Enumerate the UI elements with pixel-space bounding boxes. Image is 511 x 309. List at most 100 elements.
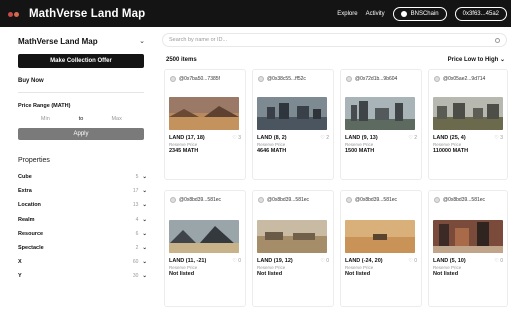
likes-count: 3: [238, 135, 241, 141]
property-count: 13: [132, 202, 139, 209]
chain-label: BNSChain: [410, 10, 439, 17]
properties-title: Properties: [18, 157, 50, 164]
properties-list: Cube 5 ⌄ Extra 17 ⌄ Location 13 ⌄ Realm 4 ⌄ Reso…: [0, 170, 150, 284]
property-resource[interactable]: Resource 6 ⌄: [18, 227, 147, 241]
chain-selector[interactable]: BNSChain: [392, 6, 447, 21]
avatar: [346, 76, 352, 82]
land-image[interactable]: [433, 97, 503, 130]
chevron-down-icon: ⌄: [142, 259, 147, 266]
land-card[interactable]: @0x8bd39...581ec LAND (19, 12) ♡ 0 Reserv…: [252, 190, 334, 307]
property-name: Extra: [18, 188, 32, 195]
likes[interactable]: ♡ 0: [494, 258, 503, 264]
owner[interactable]: @0x7ba50...7385f: [170, 76, 245, 82]
chevron-down-icon: ⌄: [142, 273, 147, 280]
likes[interactable]: ♡ 2: [408, 135, 417, 141]
likes-count: 2: [326, 135, 329, 141]
property-name: Spectacle: [18, 245, 44, 252]
land-name: LAND (19, 12): [257, 258, 293, 264]
owner-address: @0x38c55...ff52c: [267, 76, 306, 82]
land-image[interactable]: [169, 220, 239, 253]
chevron-down-icon[interactable]: ⌄: [139, 37, 145, 45]
max-price-input[interactable]: Max: [89, 114, 144, 124]
price: 1500 MATH: [345, 148, 375, 154]
apply-button[interactable]: Apply: [18, 128, 144, 140]
land-name: LAND (9, 13): [345, 135, 378, 141]
land-card[interactable]: @0x7ba50...7385f LAND (17, 18) ♡ 3 Reserv…: [164, 69, 246, 180]
price-label: Reserve Price: [345, 142, 374, 147]
price-label: Reserve Price: [433, 265, 462, 270]
price: Not listed: [169, 271, 195, 277]
owner-address: @0x8bd39...581ec: [443, 197, 486, 203]
owner[interactable]: @0x8bd39...581ec: [258, 197, 333, 203]
list-header: 2500 items Price Low to High ⌄: [166, 56, 505, 64]
land-image[interactable]: [345, 220, 415, 253]
owner[interactable]: @0x8bd39...581ec: [434, 197, 507, 203]
owner-address: @0x05ae2...9d714: [443, 76, 486, 82]
likes[interactable]: ♡ 0: [232, 258, 241, 264]
property-realm[interactable]: Realm 4 ⌄: [18, 213, 147, 227]
property-x[interactable]: X 60 ⌄: [18, 255, 147, 269]
price: Not listed: [345, 271, 371, 277]
owner[interactable]: @0x38c55...ff52c: [258, 76, 333, 82]
nav-activity[interactable]: Activity: [366, 11, 385, 17]
price-label: Reserve Price: [433, 142, 462, 147]
likes-count: 0: [500, 258, 503, 264]
property-extra[interactable]: Extra 17 ⌄: [18, 184, 147, 198]
property-cube[interactable]: Cube 5 ⌄: [18, 170, 147, 184]
land-card[interactable]: @0x05ae2...9d714 LAND (25, 4) ♡ 3 Reserve…: [428, 69, 508, 180]
chevron-down-icon: ⌄: [142, 230, 147, 237]
divider: [18, 92, 144, 93]
nav-explore[interactable]: Explore: [337, 11, 357, 17]
land-card[interactable]: @0x72d1b...9b604 LAND (9, 13) ♡ 2 Reserve…: [340, 69, 422, 180]
filter-sidebar: MathVerse Land Map ⌄ Make Collection Off…: [0, 27, 150, 307]
likes-count: 3: [500, 135, 503, 141]
owner[interactable]: @0x05ae2...9d714: [434, 76, 507, 82]
search-input[interactable]: Search by name or ID...: [162, 33, 507, 47]
likes[interactable]: ♡ 3: [232, 135, 241, 141]
land-card[interactable]: @0x8bd39...581ec LAND (-24, 20) ♡ 0 Reser…: [340, 190, 422, 307]
land-image[interactable]: [345, 97, 415, 130]
min-price-input[interactable]: Min: [18, 114, 73, 124]
land-grid: @0x7ba50...7385f LAND (17, 18) ♡ 3 Reserv…: [164, 69, 511, 309]
land-card[interactable]: @0x8bd39...581ec LAND (5, 10) ♡ 0 Reserve…: [428, 190, 508, 307]
avatar: [170, 76, 176, 82]
property-spectacle[interactable]: Spectacle 2 ⌄: [18, 241, 147, 255]
likes[interactable]: ♡ 0: [408, 258, 417, 264]
land-image[interactable]: [257, 97, 327, 130]
land-name: LAND (8, 2): [257, 135, 287, 141]
land-name: LAND (11, -21): [169, 258, 207, 264]
logo[interactable]: MathVerse Land Map: [8, 8, 145, 20]
items-count: 2500 items: [166, 56, 197, 63]
property-name: Y: [18, 273, 22, 280]
owner-address: @0x7ba50...7385f: [179, 76, 220, 82]
owner[interactable]: @0x8bd39...581ec: [346, 197, 421, 203]
price: Not listed: [257, 271, 283, 277]
owner[interactable]: @0x8bd39...581ec: [170, 197, 245, 203]
price: 2345 MATH: [169, 148, 199, 154]
likes[interactable]: ♡ 0: [320, 258, 329, 264]
land-image[interactable]: [257, 220, 327, 253]
price: 110000 MATH: [433, 148, 469, 154]
land-image[interactable]: [169, 97, 239, 130]
wallet-address: 0x3f63...45a2: [462, 10, 499, 17]
sort-label: Price Low to High: [447, 57, 499, 63]
property-y[interactable]: Y 30 ⌄: [18, 269, 147, 283]
land-image[interactable]: [433, 220, 503, 253]
buy-now-filter[interactable]: Buy Now: [18, 78, 150, 84]
likes[interactable]: ♡ 3: [494, 135, 503, 141]
chain-icon: [400, 10, 407, 17]
land-name: LAND (5, 10): [433, 258, 466, 264]
make-collection-offer-button[interactable]: Make Collection Offer: [18, 54, 144, 68]
owner[interactable]: @0x72d1b...9b604: [346, 76, 421, 82]
likes-count: 0: [238, 258, 241, 264]
likes-count: 0: [414, 258, 417, 264]
sidebar-header[interactable]: MathVerse Land Map ⌄: [0, 32, 150, 50]
likes[interactable]: ♡ 2: [320, 135, 329, 141]
sort-dropdown[interactable]: Price Low to High ⌄: [448, 56, 505, 63]
property-location[interactable]: Location 13 ⌄: [18, 198, 147, 212]
land-card[interactable]: @0x8bd39...581ec LAND (11, -21) ♡ 0 Reser…: [164, 190, 246, 307]
owner-address: @0x8bd39...581ec: [267, 197, 310, 203]
land-card[interactable]: @0x38c55...ff52c LAND (8, 2) ♡ 2 Reserve …: [252, 69, 334, 180]
top-bar: MathVerse Land Map Explore Activity BNSC…: [0, 0, 511, 27]
wallet-button[interactable]: 0x3f63...45a2: [454, 6, 507, 21]
